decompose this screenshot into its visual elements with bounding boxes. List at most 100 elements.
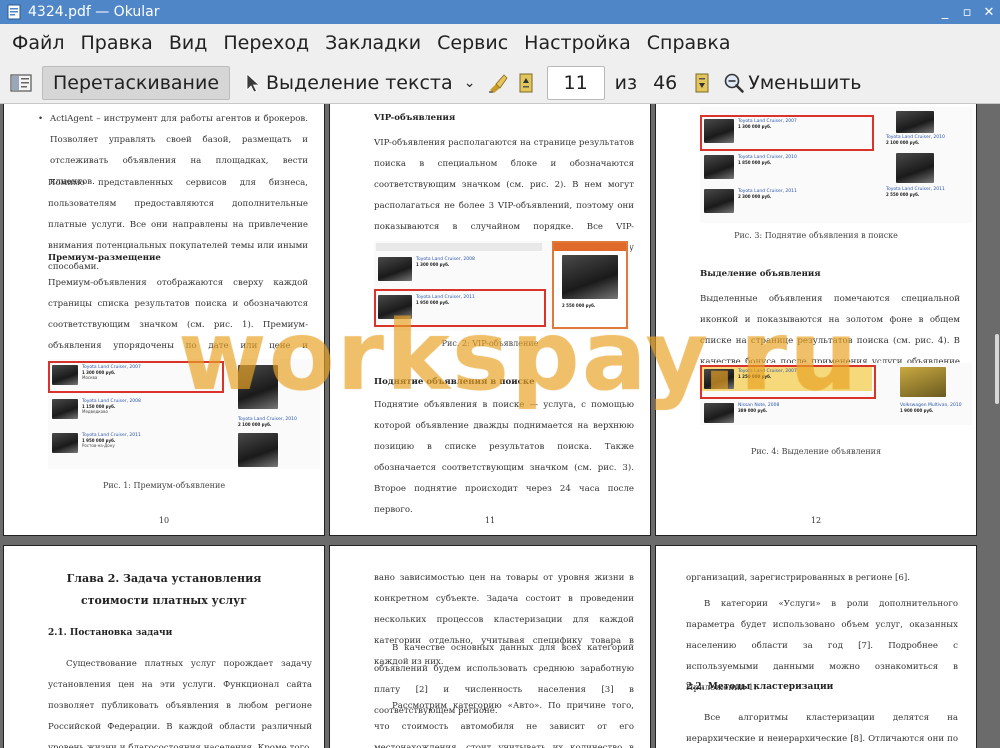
menu-settings[interactable]: Настройка [516,24,639,62]
figure-highlight-listing: Toyota Land Cruiser, 2007 1 250 000 руб. … [700,363,972,425]
car-photo [896,153,934,183]
window-title: 4324.pdf — Okular [28,4,160,20]
figure-caption: Рис. 2: VIP-объявление [441,339,539,348]
menu-view[interactable]: Вид [161,24,216,62]
scrollbar-thumb[interactable] [995,334,999,404]
minimize-button[interactable]: _ [934,1,956,23]
car-photo [52,399,78,419]
listing-price: 1 850 000 руб. [738,160,772,165]
figure-vip-listing: Toyota Land Cruiser, 2008 1 300 000 руб. … [374,241,630,331]
sidebar-icon [10,73,32,92]
figure-caption: Рис. 3: Поднятие объявления в поиске [734,231,898,240]
listing-info: Ростов-на-Дону [82,443,115,448]
paragraph: организаций, зарегистрированных в регион… [686,568,958,589]
figure-premium-listing: Toyota Land Cruiser, 2007 1 300 000 руб. М… [48,359,320,469]
menu-tools[interactable]: Сервис [429,24,516,62]
listing-item: Toyota Land Cruiser, 2007 1 250 000 руб. [704,369,797,389]
browse-tool-label: Перетаскивание [53,71,220,94]
listing-item: Toyota Land Cruiser, 2011 2 300 000 руб. [704,189,797,213]
menu-bar: Файл Правка Вид Переход Закладки Сервис … [0,24,1000,62]
car-photo [238,433,278,467]
sidebar-toggle-button[interactable] [6,70,36,96]
cursor-arrow-icon [246,72,261,93]
listing-price: 1 300 000 руб. [738,124,772,129]
results-header [376,243,542,251]
car-photo [704,119,734,143]
page-of-label: из [614,71,638,94]
paragraph: Существование платных услуг порождает за… [48,654,312,748]
paragraph: Рассмотрим категорию «Авто». По причине … [374,696,634,748]
paragraph: Все алгоритмы кластеризации делятся на и… [686,708,958,748]
okular-app-icon [7,4,21,20]
listing-item: Toyota Land Cruiser, 2008 1 150 000 руб. М… [52,399,141,419]
select-mode-dropdown[interactable]: ⌄ [461,66,479,100]
vertical-scrollbar[interactable] [992,104,1000,748]
page-15: организаций, зарегистрированных в регион… [655,545,977,748]
menu-help[interactable]: Справка [639,24,739,62]
vip-header [554,243,626,251]
chapter-title: Глава 2. Задача установления стоимости п… [66,572,262,607]
figure-caption: Рис. 1: Премиум-объявление [102,481,226,490]
paragraph-text: Рассмотрим категорию «Авто». По причине … [374,701,634,748]
listing-price: 2 550 000 руб. [886,192,920,197]
listing-item: Toyota Land Cruiser, 2011 1 950 000 руб. Р… [52,433,141,453]
section-heading: Поднятие объявления в поиске [374,377,535,387]
car-photo [704,189,734,213]
page-13: Глава 2. Задача установления стоимости п… [3,545,325,748]
listing-item: Toyota Land Cruiser, 2007 1 300 000 руб. [704,119,797,143]
paragraph-text: Все алгоритмы кластеризации делятся на и… [686,713,958,744]
car-photo [378,295,412,319]
maximize-button[interactable]: ▫ [956,1,978,23]
listing-price: 1 950 000 руб. [416,300,450,305]
listing-price: 2 300 000 руб. [738,194,772,199]
section-heading: Премиум-размещение [48,253,161,263]
next-page-icon [695,73,709,92]
browse-tool-button[interactable]: Перетаскивание [42,65,231,100]
listing-price: 1 300 000 руб. [416,262,450,267]
listing-price: 389 000 руб. [738,408,768,413]
car-photo [238,365,278,409]
paragraph: Поднятие объявления в поиске — услуга, с… [374,395,634,521]
paragraph-text: организаций, зарегистрированных в регион… [686,573,910,583]
next-page-button[interactable] [687,66,717,100]
figure-raise-listing: Toyota Land Cruiser, 2007 1 300 000 руб. … [700,107,972,223]
figure-caption: Рис. 4: Выделение объявления [750,447,882,456]
document-view[interactable]: • ActiAgent – инструмент для работы аген… [0,104,1000,748]
text-select-tool-button[interactable]: Выделение текста [240,66,457,100]
highlight-frame [48,361,224,393]
car-photo [704,369,734,389]
listing-price: 2 550 000 руб. [562,303,596,308]
menu-edit[interactable]: Правка [73,24,161,62]
section-heading: VIP-объявления [374,113,456,123]
page-number: 10 [158,516,170,525]
page-number: 12 [810,516,822,525]
close-button[interactable]: ✕ [978,1,1000,23]
magnifier-zoom-out-icon [724,73,745,93]
listing-item: Nissan Note, 2008 389 000 руб. [704,403,779,423]
bullet-icon: • [38,114,44,124]
listing-price: 1 250 000 руб. [738,374,772,379]
menu-bookmarks[interactable]: Закладки [317,24,429,62]
paragraph-text: Поднятие объявления в поиске — услуга, с… [374,400,634,515]
previous-page-icon [519,73,533,92]
annotation-tool-button[interactable] [485,70,511,96]
page-12: Toyota Land Cruiser, 2007 1 300 000 руб. … [655,104,977,536]
listing-info: Медведково [82,409,108,414]
menu-go[interactable]: Переход [215,24,317,62]
listing-price: 2 100 000 руб. [886,140,920,145]
page-number: 11 [484,516,496,525]
title-bar: 4324.pdf — Okular _ ▫ ✕ [0,0,1000,24]
zoom-out-button[interactable]: Уменьшить [723,66,861,100]
page-11: VIP-объявления VIP-объявления располагаю… [329,104,651,536]
total-pages-label: 46 [653,71,678,94]
car-photo [704,155,734,179]
page-number-input[interactable] [546,65,605,100]
listing-item: Toyota Land Cruiser, 2011 1 950 000 руб. [378,295,475,319]
section-heading: 2.2. Методы кластеризации [686,682,834,692]
highlighter-icon [488,73,508,93]
car-photo [52,433,78,453]
menu-file[interactable]: Файл [4,24,73,62]
section-heading: 2.1. Постановка задачи [48,628,173,638]
previous-page-button[interactable] [511,66,541,100]
listing-price: 1 900 000 руб. [900,408,934,413]
